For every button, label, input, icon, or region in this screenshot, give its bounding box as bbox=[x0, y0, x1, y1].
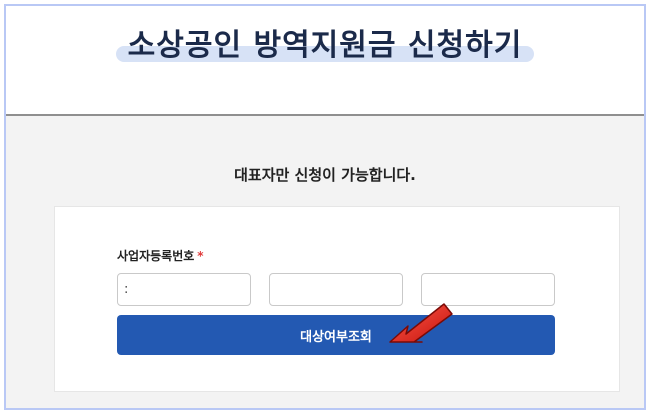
notice-text: 대표자만 신청이 가능합니다. bbox=[234, 166, 416, 184]
business-number-part1-input[interactable] bbox=[117, 273, 251, 306]
page-title-text: 소상공인 방역지원금 신청하기 bbox=[127, 28, 523, 63]
check-eligibility-button[interactable]: 대상여부조회 bbox=[117, 315, 555, 355]
business-number-part2-input[interactable] bbox=[269, 273, 403, 306]
header: 소상공인 방역지원금 신청하기 bbox=[6, 6, 644, 116]
red-arrow-icon bbox=[389, 303, 453, 343]
page-title: 소상공인 방역지원금 신청하기 bbox=[115, 20, 535, 64]
business-number-label: 사업자등록번호 * bbox=[117, 247, 204, 264]
business-number-label-text: 사업자등록번호 bbox=[117, 249, 195, 263]
required-mark: * bbox=[197, 249, 204, 263]
form-card: 사업자등록번호* 대상여부조회 bbox=[54, 206, 620, 392]
title-wrap: 소상공인 방역지원금 신청하기 bbox=[6, 20, 644, 64]
page-frame: 소상공인 방역지원금 신청하기 대표자만 신청이 가능합니다. 사업자등록번호 *… bbox=[4, 4, 646, 410]
